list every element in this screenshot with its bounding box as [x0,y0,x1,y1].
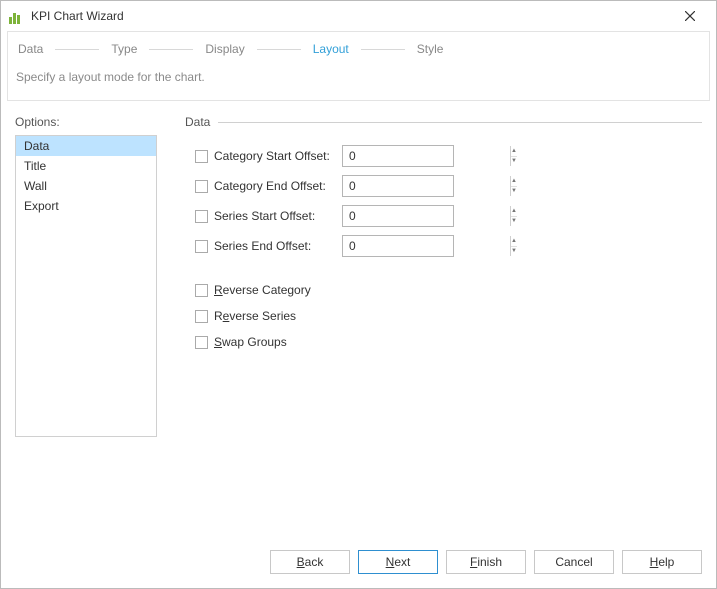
next-button[interactable]: Next [358,550,438,574]
body: Options: Data Title Wall Export Data Cat… [1,101,716,540]
spin-up-icon[interactable]: ▲ [511,236,517,247]
label-category-start-offset: Category Start Offset: [214,149,342,163]
label-series-end-offset: Series End Offset: [214,239,342,253]
help-button[interactable]: Help [622,550,702,574]
checkbox-category-end-offset[interactable] [195,180,208,193]
checkbox-swap-groups[interactable] [195,336,208,349]
label-category-end-offset: Category End Offset: [214,179,342,193]
section-rule [218,122,702,123]
step-data[interactable]: Data [16,42,45,56]
spin-series-end-offset[interactable]: ▲▼ [342,235,454,257]
spin-down-icon[interactable]: ▼ [511,187,517,197]
option-data[interactable]: Data [16,136,156,156]
checkbox-series-start-offset[interactable] [195,210,208,223]
wizard-header: Data Type Display Layout Style Specify a… [7,31,710,101]
input-series-end-offset[interactable] [343,236,510,256]
label-swap-groups: Swap Groups [214,335,287,349]
spin-up-icon[interactable]: ▲ [511,176,517,187]
row-category-start-offset: Category Start Offset: ▲▼ [195,141,702,171]
spin-down-icon[interactable]: ▼ [511,247,517,257]
button-bar: Back Next Finish Cancel Help [1,540,716,588]
label-reverse-series: Reverse Series [214,309,296,323]
row-series-start-offset: Series Start Offset: ▲▼ [195,201,702,231]
label-series-start-offset: Series Start Offset: [214,209,342,223]
spin-category-start-offset[interactable]: ▲▼ [342,145,454,167]
spin-up-icon[interactable]: ▲ [511,206,517,217]
spin-down-icon[interactable]: ▼ [511,217,517,227]
spin-up-icon[interactable]: ▲ [511,146,517,157]
step-separator [361,49,405,50]
row-series-end-offset: Series End Offset: ▲▼ [195,231,702,261]
wizard-steps: Data Type Display Layout Style [16,42,701,56]
back-button[interactable]: Back [270,550,350,574]
content-pane: Data Category Start Offset: ▲▼ Category … [185,115,702,540]
step-type[interactable]: Type [109,42,139,56]
options-label: Options: [15,115,157,129]
row-reverse-category: Reverse Category [195,277,702,303]
spin-series-start-offset[interactable]: ▲▼ [342,205,454,227]
row-reverse-series: Reverse Series [195,303,702,329]
titlebar: KPI Chart Wizard [1,1,716,31]
checkbox-reverse-category[interactable] [195,284,208,297]
options-list[interactable]: Data Title Wall Export [15,135,157,437]
input-category-start-offset[interactable] [343,146,510,166]
input-category-end-offset[interactable] [343,176,510,196]
finish-button[interactable]: Finish [446,550,526,574]
app-icon [9,8,25,24]
checkbox-category-start-offset[interactable] [195,150,208,163]
step-style[interactable]: Style [415,42,446,56]
spin-down-icon[interactable]: ▼ [511,157,517,167]
window-title: KPI Chart Wizard [31,9,124,23]
step-display[interactable]: Display [203,42,246,56]
step-layout[interactable]: Layout [311,42,351,56]
option-title[interactable]: Title [16,156,156,176]
close-button[interactable] [672,2,708,30]
step-separator [149,49,193,50]
checkbox-series-end-offset[interactable] [195,240,208,253]
section-header: Data [185,115,702,129]
options-pane: Options: Data Title Wall Export [15,115,157,540]
cancel-button[interactable]: Cancel [534,550,614,574]
close-icon [685,11,695,21]
checkbox-reverse-series[interactable] [195,310,208,323]
label-reverse-category: Reverse Category [214,283,311,297]
row-swap-groups: Swap Groups [195,329,702,355]
input-series-start-offset[interactable] [343,206,510,226]
option-export[interactable]: Export [16,196,156,216]
spin-category-end-offset[interactable]: ▲▼ [342,175,454,197]
step-instruction: Specify a layout mode for the chart. [16,70,701,84]
section-title: Data [185,115,210,129]
step-separator [55,49,99,50]
row-category-end-offset: Category End Offset: ▲▼ [195,171,702,201]
option-wall[interactable]: Wall [16,176,156,196]
step-separator [257,49,301,50]
